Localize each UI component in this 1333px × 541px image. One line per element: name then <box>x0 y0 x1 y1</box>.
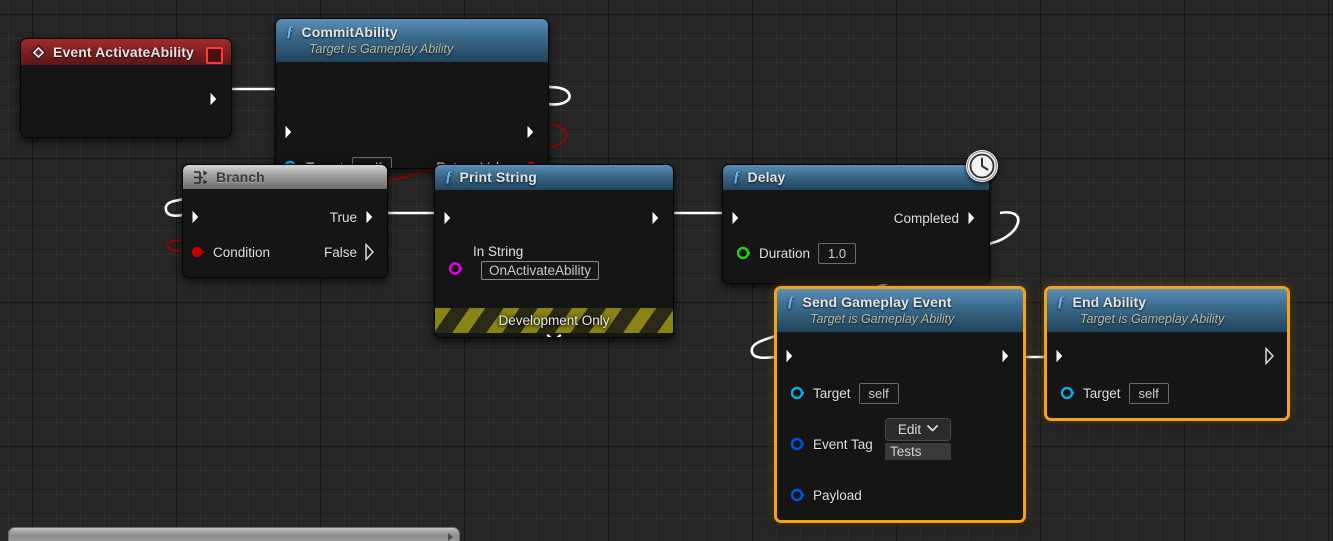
struct-pin-icon[interactable] <box>791 488 804 502</box>
exec-out-pin-true[interactable] <box>365 208 379 226</box>
duration-value[interactable]: 1.0 <box>818 242 857 264</box>
object-pin-icon[interactable] <box>1061 386 1074 400</box>
exec-in-pin[interactable] <box>443 209 457 227</box>
node-print-string[interactable]: ƒ Print String In String OnActivateAbili… <box>434 164 674 338</box>
scrollbar-grip-icon <box>448 533 453 541</box>
pin-label-duration: Duration <box>759 245 811 261</box>
node-subtitle: Target is Gameplay Ability <box>810 312 955 326</box>
row-condition-false: Condition False <box>183 235 387 269</box>
row-exec <box>435 200 673 236</box>
node-header[interactable]: ƒ Print String <box>435 165 673 190</box>
node-branch[interactable]: Branch True Condition False <box>182 164 388 278</box>
node-header[interactable]: Event ActivateAbility <box>21 39 231 65</box>
node-title: Event ActivateAbility <box>53 44 194 60</box>
pin-label-target: Target <box>1083 385 1121 401</box>
row-target: Target self <box>1047 376 1287 410</box>
node-header[interactable]: ƒ End Ability Target is Gameplay Ability <box>1047 289 1287 332</box>
node-end-ability[interactable]: ƒ End Ability Target is Gameplay Ability <box>1044 286 1290 421</box>
function-f-icon: ƒ <box>286 24 294 40</box>
exec-out-pin-false[interactable] <box>365 243 379 261</box>
pin-label-false: False <box>323 244 357 260</box>
row-in-string: In String OnActivateAbility <box>435 240 673 294</box>
node-title: Branch <box>216 169 265 185</box>
event-tag-editor[interactable]: Edit Tests <box>885 418 951 460</box>
node-commit-ability[interactable]: ƒ CommitAbility Target is Gameplay Abili… <box>275 18 549 169</box>
edit-tag-button[interactable]: Edit <box>885 418 951 441</box>
exec-out-pin[interactable] <box>1265 347 1279 365</box>
node-delay[interactable]: ƒ Delay Completed Duration 1.0 <box>722 164 990 284</box>
pin-label-target: Target <box>813 385 851 401</box>
node-title: CommitAbility <box>301 24 398 40</box>
node-header[interactable]: ƒ Delay <box>723 165 989 190</box>
exec-out-pin[interactable] <box>651 209 665 227</box>
bool-pin-icon[interactable] <box>191 246 204 259</box>
node-title: Print String <box>459 169 537 185</box>
row-event-tag: Event Tag Edit Tests <box>777 418 1023 464</box>
exec-in-pin[interactable] <box>191 208 205 226</box>
exec-in-pin[interactable] <box>785 347 799 365</box>
in-string-value[interactable]: OnActivateAbility <box>481 261 600 280</box>
exec-in-pin[interactable] <box>1055 347 1069 365</box>
exec-out-pin[interactable] <box>1001 347 1015 365</box>
node-header[interactable]: ƒ CommitAbility Target is Gameplay Abili… <box>276 19 548 62</box>
struct-pin-icon[interactable] <box>791 437 804 451</box>
node-body: In String OnActivateAbility Development … <box>435 190 673 337</box>
pin-label-event-tag: Event Tag <box>813 436 873 452</box>
node-title: Send Gameplay Event <box>802 294 952 310</box>
node-subtitle: Target is Gameplay Ability <box>309 42 454 56</box>
branch-icon <box>193 170 209 185</box>
blueprint-graph-canvas[interactable]: Event ActivateAbility ƒ CommitAbility Ta… <box>0 0 1333 541</box>
string-pin-icon[interactable] <box>449 262 462 275</box>
development-only-label: Development Only <box>498 313 610 328</box>
exec-out-pin[interactable] <box>209 90 223 108</box>
node-body: Completed Duration 1.0 <box>723 190 989 283</box>
row-out-exec <box>21 81 231 117</box>
node-body: True Condition False <box>183 189 387 277</box>
delegate-pin-icon[interactable] <box>206 47 223 64</box>
row-exec-true: True <box>183 199 387 235</box>
chevron-down-icon <box>927 424 939 435</box>
pin-label-true: True <box>329 209 357 225</box>
node-title: Delay <box>747 169 786 185</box>
node-body: Target self Return Value <box>276 62 548 168</box>
node-body: Target self Event Tag Edit Tests Payload <box>777 332 1023 520</box>
edit-label: Edit <box>897 422 922 437</box>
node-send-gameplay-event[interactable]: ƒ Send Gameplay Event Target is Gameplay… <box>774 286 1026 523</box>
node-body <box>21 65 231 137</box>
function-f-icon: ƒ <box>733 169 741 185</box>
chevron-down-icon[interactable] <box>435 329 673 337</box>
node-title: End Ability <box>1072 294 1147 310</box>
pin-label-in-string: In String <box>473 244 524 259</box>
float-pin-icon[interactable] <box>737 246 750 260</box>
row-duration: Duration 1.0 <box>723 236 989 270</box>
row-exec <box>1047 338 1287 374</box>
exec-in-pin[interactable] <box>284 123 298 141</box>
event-tag-value[interactable]: Tests <box>885 443 951 460</box>
node-subtitle: Target is Gameplay Ability <box>1080 312 1225 326</box>
node-body: Target self <box>1047 332 1287 418</box>
exec-in-pin[interactable] <box>731 209 745 227</box>
pin-label-payload: Payload <box>813 487 862 503</box>
row-payload: Payload <box>777 478 1023 512</box>
clock-icon <box>966 150 998 182</box>
target-value[interactable]: self <box>858 382 899 404</box>
event-diamond-icon <box>30 44 47 61</box>
node-event-activate-ability[interactable]: Event ActivateAbility <box>20 38 232 138</box>
row-exec-completed: Completed <box>723 200 989 236</box>
function-f-icon: ƒ <box>445 169 453 185</box>
row-exec <box>276 114 548 150</box>
object-pin-icon[interactable] <box>791 386 804 400</box>
function-f-icon: ƒ <box>1057 294 1065 310</box>
node-header[interactable]: ƒ Send Gameplay Event Target is Gameplay… <box>777 289 1023 332</box>
function-f-icon: ƒ <box>787 294 795 310</box>
exec-out-pin[interactable] <box>526 123 540 141</box>
row-exec <box>777 338 1023 374</box>
horizontal-scrollbar[interactable] <box>8 527 460 541</box>
exec-out-pin-completed[interactable] <box>967 209 981 227</box>
row-target: Target self <box>777 376 1023 410</box>
pin-label-condition: Condition <box>213 244 271 260</box>
pin-label-completed: Completed <box>893 210 959 226</box>
target-value[interactable]: self <box>1128 382 1169 404</box>
node-header[interactable]: Branch <box>183 165 387 189</box>
